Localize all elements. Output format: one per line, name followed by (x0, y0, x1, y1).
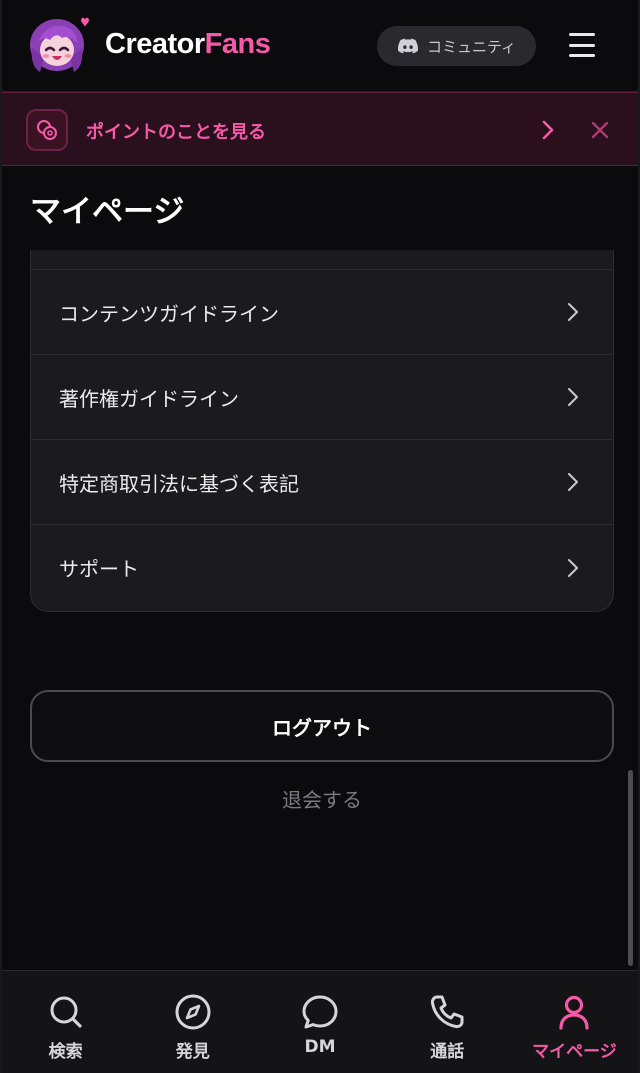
phone-icon (431, 995, 464, 1029)
user-icon (559, 995, 590, 1030)
compass-icon (175, 994, 211, 1030)
nav-label: 検索 (48, 1042, 83, 1062)
discord-icon (397, 38, 418, 54)
community-label: コミュニティ (426, 37, 517, 56)
menu-item-copyright-guidelines[interactable]: 著作権ガイドライン (31, 355, 613, 440)
top-header: CreatorFans コミュニティ (2, 0, 638, 92)
logo-avatar-icon[interactable] (26, 14, 92, 76)
nav-label: マイページ (532, 1042, 617, 1062)
chevron-right-icon (568, 388, 578, 406)
brand-name-part1: Creator (105, 28, 205, 60)
chevron-right-icon (568, 558, 578, 577)
settings-menu-list: コンテンツガイドライン 著作権ガイドライン 特定商取引法に基づく表記 サポート (30, 250, 614, 612)
chat-icon (302, 995, 338, 1029)
chevron-right-icon[interactable] (540, 119, 556, 141)
coins-icon (26, 109, 68, 151)
menu-item-support[interactable]: サポート (31, 525, 613, 610)
menu-item-commercial-law[interactable]: 特定商取引法に基づく表記 (31, 440, 613, 525)
menu-item-label: 特定商取引法に基づく表記 (59, 471, 299, 496)
bottom-navigation: 検索 発見 DM 通話 マイページ (2, 970, 638, 1073)
app-frame: CreatorFans コミュニティ ポイントのことを見る マイページ コンテン… (0, 0, 640, 1073)
nav-label: 通話 (430, 1042, 465, 1062)
chevron-right-icon (568, 473, 578, 491)
brand-name-part2: Fans (204, 28, 271, 60)
withdraw-link[interactable]: 退会する (2, 784, 640, 813)
brand-logo[interactable]: CreatorFans (105, 28, 271, 61)
nav-item-search[interactable]: 検索 (2, 971, 129, 1073)
community-button[interactable]: コミュニティ (377, 26, 536, 66)
page-title: マイページ (30, 194, 185, 230)
chevron-right-icon (568, 303, 578, 321)
points-banner[interactable]: ポイントのことを見る (2, 92, 638, 166)
logout-button[interactable]: ログアウト (30, 690, 614, 762)
nav-item-call[interactable]: 通話 (384, 971, 511, 1073)
menu-item-label: サポート (59, 557, 139, 581)
list-divider (31, 250, 613, 270)
menu-item-content-guidelines[interactable]: コンテンツガイドライン (31, 270, 613, 355)
nav-label: 発見 (175, 1042, 210, 1062)
menu-item-label: 著作権ガイドライン (59, 386, 239, 411)
banner-text: ポイントのことを見る (86, 122, 266, 143)
hamburger-menu-icon[interactable] (565, 30, 599, 60)
search-icon (50, 996, 82, 1028)
scrollbar-thumb[interactable] (628, 770, 633, 966)
menu-item-label: コンテンツガイドライン (59, 301, 279, 326)
nav-item-mypage[interactable]: マイページ (511, 971, 638, 1073)
close-icon[interactable] (590, 120, 610, 140)
nav-item-discover[interactable]: 発見 (129, 971, 256, 1073)
nav-label: DM (304, 1037, 336, 1057)
nav-item-dm[interactable]: DM (256, 971, 383, 1073)
